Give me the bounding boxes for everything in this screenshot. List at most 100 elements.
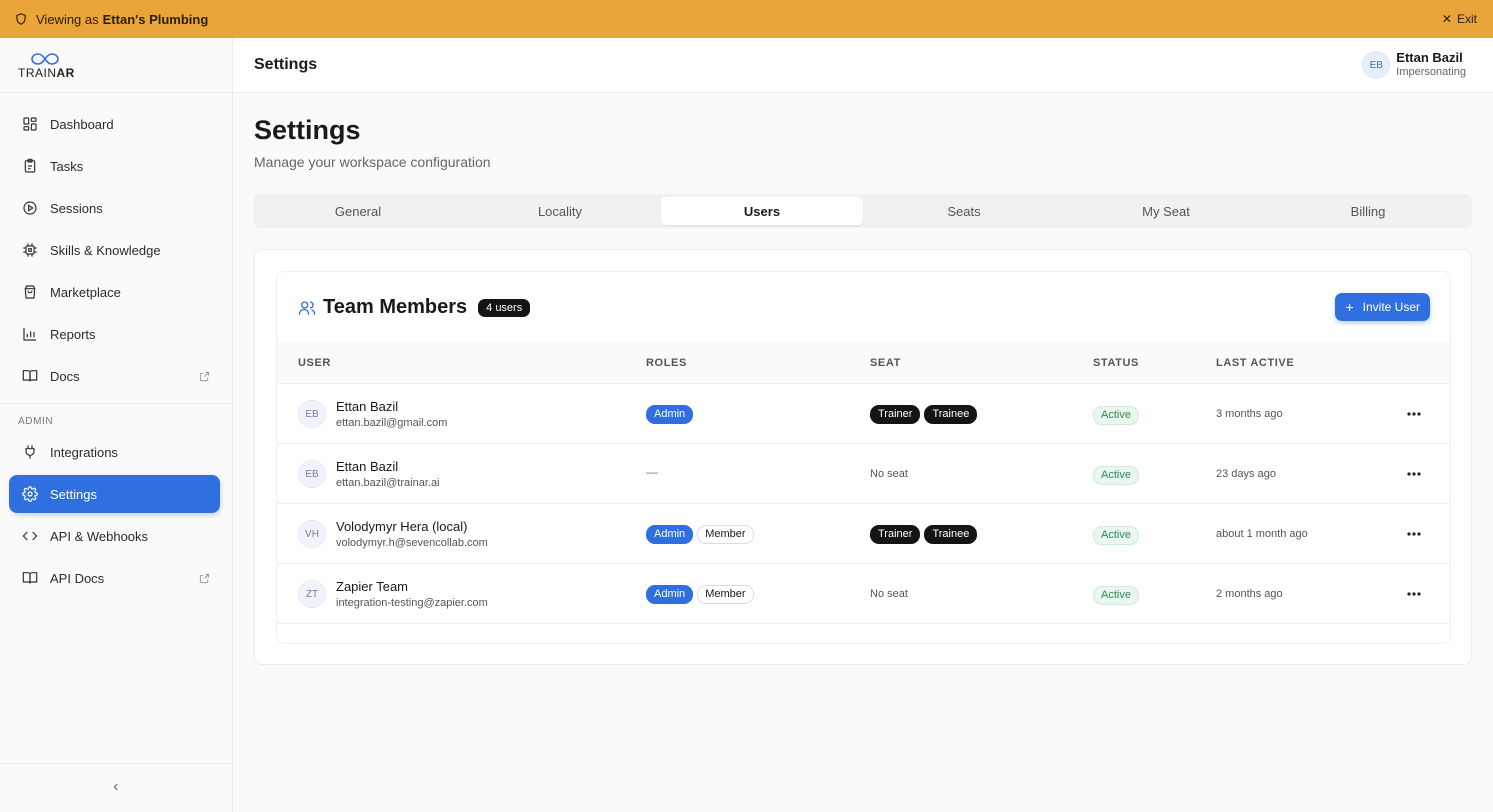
infinity-logo-icon bbox=[31, 53, 59, 65]
sidebar-item-label: Integrations bbox=[50, 444, 118, 460]
user-meta: Ettan Bazil Impersonating bbox=[1396, 50, 1466, 79]
logo-text-a: TRAIN bbox=[18, 66, 57, 80]
plus-icon: + bbox=[1345, 299, 1354, 315]
user-status: Impersonating bbox=[1396, 66, 1466, 79]
collapse-sidebar-button[interactable] bbox=[0, 763, 232, 812]
sidebar-item-sessions[interactable]: Sessions bbox=[12, 189, 220, 227]
user-name: Volodymyr Hera (local) bbox=[336, 519, 468, 534]
last-active: 2 months ago bbox=[1216, 588, 1283, 600]
seat-cell: No seat bbox=[870, 585, 908, 600]
row-actions-button[interactable] bbox=[1405, 403, 1423, 421]
row-actions-button[interactable] bbox=[1405, 583, 1423, 601]
avatar: EB bbox=[298, 460, 326, 488]
last-active: 23 days ago bbox=[1216, 468, 1276, 480]
seat-badge-trainee: Trainee bbox=[924, 405, 978, 424]
user-email: integration-testing@zapier.com bbox=[336, 597, 488, 609]
team-members-card: Team Members 4 users + Invite User USER … bbox=[276, 271, 1451, 644]
external-link-icon bbox=[199, 371, 210, 382]
seat-cell: No seat bbox=[870, 465, 908, 480]
sidebar-item-marketplace[interactable]: Marketplace bbox=[12, 273, 220, 311]
sidebar-item-reports[interactable]: Reports bbox=[12, 315, 220, 353]
table-header: USER ROLES SEAT STATUS LAST ACTIVE bbox=[277, 342, 1450, 384]
main-content: Settings Manage your workspace configura… bbox=[233, 93, 1493, 812]
status-badge: Active bbox=[1093, 406, 1139, 425]
sidebar-item-docs[interactable]: Docs bbox=[12, 357, 220, 395]
user-name: Ettan Bazil bbox=[336, 399, 399, 414]
roles-cell: Admin bbox=[646, 405, 694, 424]
status-badge: Active bbox=[1093, 586, 1139, 605]
settings-tabs: General Locality Users Seats My Seat Bil… bbox=[254, 194, 1472, 228]
sidebar-item-label: Skills & Knowledge bbox=[50, 242, 161, 258]
bar-chart-icon bbox=[22, 326, 38, 342]
seat-badge-trainee: Trainee bbox=[924, 525, 978, 544]
user-email: ettan.bazil@trainar.ai bbox=[336, 477, 440, 489]
status-cell: Active bbox=[1093, 465, 1139, 485]
more-horizontal-icon bbox=[1407, 583, 1421, 601]
tab-general[interactable]: General bbox=[257, 197, 459, 225]
row-actions-button[interactable] bbox=[1405, 523, 1423, 541]
sidebar-item-label: Tasks bbox=[50, 158, 84, 174]
status-badge: Active bbox=[1093, 526, 1139, 545]
sidebar-item-label: Settings bbox=[50, 486, 97, 502]
col-user: USER bbox=[298, 357, 331, 369]
tab-my-seat[interactable]: My Seat bbox=[1065, 197, 1267, 225]
user-email: volodymyr.h@sevencollab.com bbox=[336, 537, 488, 549]
last-active: about 1 month ago bbox=[1216, 528, 1308, 540]
user-menu[interactable]: EB Ettan Bazil Impersonating bbox=[1362, 50, 1466, 79]
table-row: EB Ettan Bazil ettan.bazil@gmail.com Adm… bbox=[277, 384, 1450, 444]
admin-section-label: ADMIN bbox=[18, 416, 54, 427]
col-roles: ROLES bbox=[646, 357, 687, 369]
book-icon bbox=[22, 368, 38, 384]
col-status: STATUS bbox=[1093, 357, 1139, 369]
users-icon bbox=[298, 299, 316, 317]
row-actions-button[interactable] bbox=[1405, 463, 1423, 481]
tab-billing[interactable]: Billing bbox=[1267, 197, 1469, 225]
role-badge-admin: Admin bbox=[646, 405, 694, 424]
sidebar-item-settings[interactable]: Settings bbox=[12, 475, 220, 513]
book-icon bbox=[22, 570, 38, 586]
sidebar-item-api-docs[interactable]: API Docs bbox=[12, 559, 220, 597]
tab-locality[interactable]: Locality bbox=[459, 197, 661, 225]
status-cell: Active bbox=[1093, 405, 1139, 425]
avatar: EB bbox=[298, 400, 326, 428]
more-horizontal-icon bbox=[1407, 403, 1421, 421]
no-seat: No seat bbox=[870, 468, 908, 480]
invite-label: Invite User bbox=[1362, 300, 1420, 314]
more-horizontal-icon bbox=[1407, 463, 1421, 481]
status-badge: Active bbox=[1093, 466, 1139, 485]
plug-icon bbox=[22, 444, 38, 460]
code-icon bbox=[22, 528, 38, 544]
no-roles: — bbox=[646, 465, 658, 479]
sidebar-item-label: Reports bbox=[50, 326, 96, 342]
sidebar-item-label: Docs bbox=[50, 368, 80, 384]
more-horizontal-icon bbox=[1407, 523, 1421, 541]
sidebar-item-tasks[interactable]: Tasks bbox=[12, 147, 220, 185]
chevron-left-icon bbox=[111, 779, 121, 797]
avatar: EB bbox=[1362, 51, 1391, 79]
user-name: Zapier Team bbox=[336, 579, 409, 594]
main-nav: Dashboard Tasks Sessions Skills & Knowle… bbox=[0, 93, 232, 395]
sidebar-item-label: Marketplace bbox=[50, 284, 121, 300]
top-bar: Settings EB Ettan Bazil Impersonating bbox=[233, 38, 1493, 93]
card-header: Team Members 4 users bbox=[298, 296, 531, 319]
invite-user-button[interactable]: + Invite User bbox=[1335, 293, 1430, 321]
sidebar-item-label: Sessions bbox=[50, 200, 103, 216]
logo-text-b: AR bbox=[56, 66, 75, 80]
table-row: EB Ettan Bazil ettan.bazil@trainar.ai — … bbox=[277, 444, 1450, 504]
role-badge-member: Member bbox=[697, 585, 754, 604]
tab-users[interactable]: Users bbox=[661, 197, 863, 225]
roles-cell: Admin Member bbox=[646, 585, 754, 604]
logo[interactable]: TRAINAR bbox=[0, 38, 232, 93]
tab-seats[interactable]: Seats bbox=[863, 197, 1065, 225]
external-link-icon bbox=[199, 573, 210, 584]
sidebar: TRAINAR Dashboard Tasks Sessions Skills … bbox=[0, 38, 233, 812]
logo-text: TRAINAR bbox=[18, 66, 232, 80]
sidebar-item-dashboard[interactable]: Dashboard bbox=[12, 105, 220, 143]
no-seat: No seat bbox=[870, 588, 908, 600]
sidebar-item-skills-knowledge[interactable]: Skills & Knowledge bbox=[12, 231, 220, 269]
exit-label: Exit bbox=[1456, 12, 1477, 26]
sidebar-item-api-webhooks[interactable]: API & Webhooks bbox=[12, 517, 220, 555]
exit-impersonation-button[interactable]: ✕ Exit bbox=[1442, 0, 1477, 38]
sidebar-item-integrations[interactable]: Integrations bbox=[12, 433, 220, 471]
gear-icon bbox=[22, 486, 38, 502]
